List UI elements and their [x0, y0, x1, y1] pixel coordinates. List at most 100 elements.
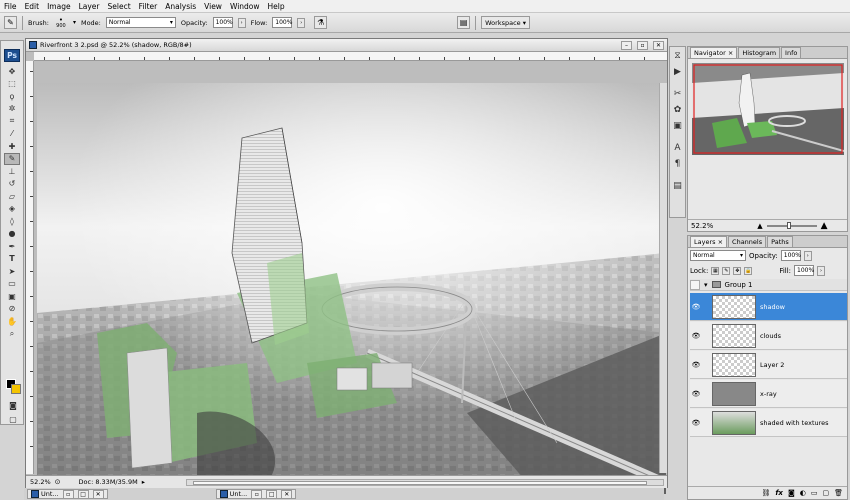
trash-icon[interactable]: 🗑 — [834, 489, 843, 497]
eyedropper-3d-icon[interactable]: ⊘ — [4, 303, 20, 316]
tool-presets-panel-icon[interactable]: ✂ — [672, 87, 683, 101]
healing-brush-tool-icon[interactable]: ✚ — [4, 140, 20, 153]
menu-edit[interactable]: Edit — [21, 2, 44, 11]
paint-bucket-tool-icon[interactable]: ◈ — [4, 203, 20, 216]
tab-navigator[interactable]: Navigator × — [690, 47, 738, 58]
navigator-zoom-value[interactable]: 52.2% — [691, 222, 713, 230]
zoom-out-icon[interactable]: ▲ — [757, 222, 762, 230]
opacity-slider-arrow-icon[interactable]: › — [237, 17, 246, 28]
tab-info[interactable]: Info — [781, 47, 802, 58]
layer-row-clouds[interactable]: 👁 clouds — [690, 322, 847, 350]
status-menu-arrow-icon[interactable]: ▸ — [142, 478, 145, 486]
layer-row-shadow[interactable]: 👁 shadow — [690, 293, 847, 321]
menu-filter[interactable]: Filter — [135, 2, 162, 11]
lock-position-icon[interactable]: ✥ — [733, 266, 742, 275]
eye-icon[interactable]: 👁 — [690, 390, 702, 398]
brushes-panel-icon[interactable]: ✿ — [672, 103, 683, 117]
lock-all-icon[interactable]: 🔒 — [744, 266, 753, 275]
path-selection-tool-icon[interactable]: ➤ — [4, 265, 20, 278]
palette-well-icon[interactable]: ▤ — [457, 16, 471, 29]
horizontal-scroll-thumb[interactable] — [193, 481, 647, 485]
menu-view[interactable]: View — [200, 2, 226, 11]
mode-select[interactable]: Normal ▾ — [105, 17, 176, 28]
layer-group-row[interactable]: ▾ Group 1 — [690, 279, 847, 291]
screen-mode-icon[interactable]: ▢ — [4, 413, 22, 426]
tab-histogram[interactable]: Histogram — [738, 47, 781, 58]
adjustment-icon[interactable]: ◐ — [800, 489, 806, 497]
notes-tool-icon[interactable]: ▣ — [4, 290, 20, 303]
character-panel-icon[interactable]: A — [672, 141, 683, 155]
airbrush-icon[interactable]: ⚗ — [314, 16, 328, 29]
fx-icon[interactable]: fx — [775, 489, 783, 497]
close-button[interactable]: ✕ — [653, 40, 664, 50]
eyedropper-tool-icon[interactable]: ⁄ — [4, 128, 20, 141]
opacity-field[interactable]: 100% — [212, 17, 233, 28]
layer-row-layer-2[interactable]: 👁 Layer 2 — [690, 351, 847, 379]
brush-picker[interactable]: • 900 — [54, 16, 68, 29]
history-panel-icon[interactable]: ⧖ — [672, 49, 683, 63]
lasso-tool-icon[interactable]: ϙ — [4, 90, 20, 103]
eye-icon[interactable]: 👁 — [690, 332, 702, 340]
restore-button[interactable]: ▫ — [62, 489, 74, 499]
blend-mode-select[interactable]: Normal ▾ — [690, 250, 746, 261]
brush-tool-icon[interactable]: ✎ — [4, 152, 20, 165]
zoom-in-icon[interactable]: ▲ — [821, 221, 828, 231]
zoom-level[interactable]: 52.2% — [30, 478, 51, 486]
tab-paths[interactable]: Paths — [767, 236, 793, 247]
layer-row-shaded-with-textures[interactable]: 👁 shaded with textures — [690, 409, 847, 437]
zoom-slider[interactable] — [766, 221, 817, 229]
crop-tool-icon[interactable]: ⌗ — [4, 115, 20, 128]
paragraph-panel-icon[interactable]: ¶ — [672, 157, 683, 171]
opacity-slider-arrow-icon[interactable]: › — [803, 250, 812, 261]
status-icon[interactable]: ⊙ — [55, 478, 61, 486]
type-tool-icon[interactable]: T — [4, 253, 20, 266]
clone-source-panel-icon[interactable]: ▣ — [672, 119, 683, 133]
eraser-tool-icon[interactable]: ▱ — [4, 190, 20, 203]
vertical-scrollbar[interactable] — [659, 83, 667, 473]
pen-tool-icon[interactable]: ✒ — [4, 240, 20, 253]
menu-layer[interactable]: Layer — [75, 2, 104, 11]
maximize-button[interactable]: □ — [266, 489, 278, 499]
fill-slider-arrow-icon[interactable]: › — [817, 265, 826, 276]
layer-row-x-ray[interactable]: 👁 x-ray — [690, 380, 847, 408]
zoom-tool-icon[interactable]: ⌕ — [4, 328, 20, 341]
layer-opacity-field[interactable]: 100% — [780, 250, 801, 261]
chevron-down-icon[interactable]: ▾ — [73, 19, 76, 26]
quick-mask-icon[interactable]: ◙ — [4, 399, 22, 412]
eye-icon[interactable]: 👁 — [690, 361, 702, 369]
link-icon[interactable]: ⛓ — [762, 489, 771, 497]
navigator-preview[interactable] — [692, 63, 844, 155]
tab-layers[interactable]: Layers × — [690, 236, 728, 247]
menu-file[interactable]: File — [0, 2, 21, 11]
close-button[interactable]: ✕ — [281, 489, 293, 499]
fill-field[interactable]: 100% — [794, 265, 814, 276]
shape-tool-icon[interactable]: ▭ — [4, 278, 20, 291]
maximize-button[interactable]: ▫ — [637, 40, 648, 50]
background-color-swatch[interactable] — [11, 384, 21, 394]
restore-button[interactable]: ▫ — [251, 489, 263, 499]
disclosure-triangle-icon[interactable]: ▾ — [704, 281, 708, 289]
clone-stamp-tool-icon[interactable]: ⊥ — [4, 165, 20, 178]
flow-slider-arrow-icon[interactable]: › — [297, 17, 306, 28]
menu-select[interactable]: Select — [104, 2, 135, 11]
horizontal-scrollbar[interactable] — [186, 479, 664, 486]
menu-help[interactable]: Help — [264, 2, 289, 11]
document-canvas[interactable] — [37, 83, 666, 494]
minimized-document[interactable]: Unt... ▫ □ ✕ — [27, 489, 108, 499]
lock-pixels-icon[interactable]: ✎ — [722, 266, 731, 275]
marquee-tool-icon[interactable]: ⬚ — [4, 78, 20, 91]
layer-comps-panel-icon[interactable]: ▤ — [672, 179, 683, 193]
new-layer-icon[interactable]: ▢ — [822, 489, 829, 497]
magic-wand-tool-icon[interactable]: ✲ — [4, 103, 20, 116]
lock-transparency-icon[interactable]: ▦ — [711, 266, 720, 275]
minimize-button[interactable]: – — [621, 40, 632, 50]
group-visibility-toggle[interactable] — [690, 279, 700, 290]
menu-analysis[interactable]: Analysis — [161, 2, 200, 11]
eye-icon[interactable]: 👁 — [690, 419, 702, 427]
flow-field[interactable]: 100% — [272, 17, 292, 28]
workspace-button[interactable]: Workspace ▾ — [481, 16, 530, 29]
blur-tool-icon[interactable]: ◊ — [4, 215, 20, 228]
actions-panel-icon[interactable]: ▶ — [672, 65, 683, 79]
dodge-tool-icon[interactable]: ● — [4, 228, 20, 241]
menu-window[interactable]: Window — [226, 2, 264, 11]
